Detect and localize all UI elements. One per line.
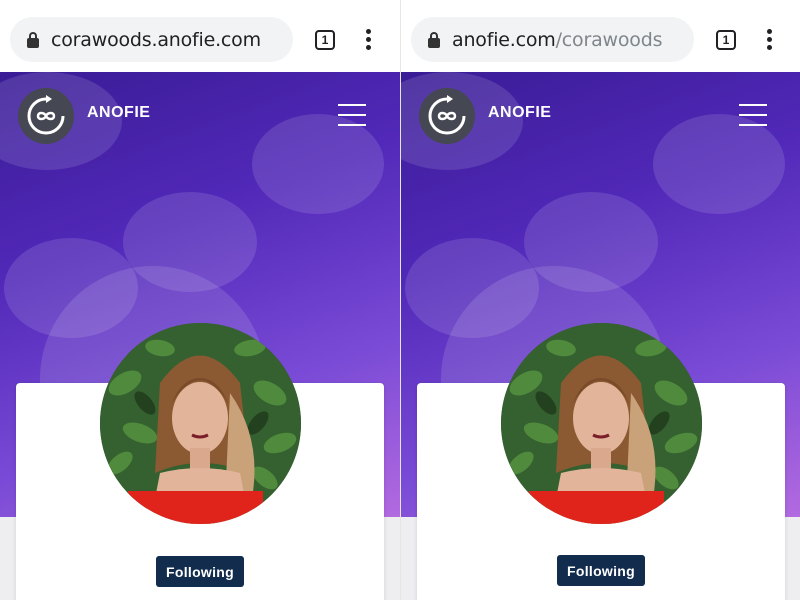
- screen-path: anofie.com/corawoods 1 ANOFIE Following: [400, 0, 800, 600]
- brand-name[interactable]: ANOFIE: [488, 104, 551, 122]
- profile-avatar: [501, 323, 702, 524]
- lock-icon: [428, 31, 440, 48]
- profile-avatar: [100, 323, 301, 524]
- address-bar[interactable]: anofie.com/corawoods: [411, 17, 694, 62]
- browser-chrome: corawoods.anofie.com 1: [0, 0, 400, 72]
- following-button[interactable]: Following: [557, 555, 645, 586]
- url-text: anofie.com/corawoods: [452, 28, 663, 51]
- more-vert-icon[interactable]: [366, 29, 372, 51]
- infinity-refresh-logo[interactable]: [18, 88, 74, 144]
- address-bar[interactable]: corawoods.anofie.com: [10, 17, 293, 62]
- more-vert-icon[interactable]: [767, 29, 773, 51]
- browser-chrome: anofie.com/corawoods 1: [401, 0, 800, 72]
- infinity-refresh-logo[interactable]: [419, 88, 475, 144]
- following-button[interactable]: Following: [156, 556, 244, 587]
- url-text: corawoods.anofie.com: [51, 28, 261, 51]
- hamburger-menu-icon[interactable]: [739, 104, 767, 126]
- brand-name[interactable]: ANOFIE: [87, 104, 150, 122]
- hamburger-menu-icon[interactable]: [338, 104, 366, 126]
- lock-icon: [27, 31, 39, 48]
- tab-switcher-icon[interactable]: 1: [315, 30, 335, 50]
- screen-subdomain: corawoods.anofie.com 1 ANOFIE Following: [0, 0, 400, 600]
- tab-switcher-icon[interactable]: 1: [716, 30, 736, 50]
